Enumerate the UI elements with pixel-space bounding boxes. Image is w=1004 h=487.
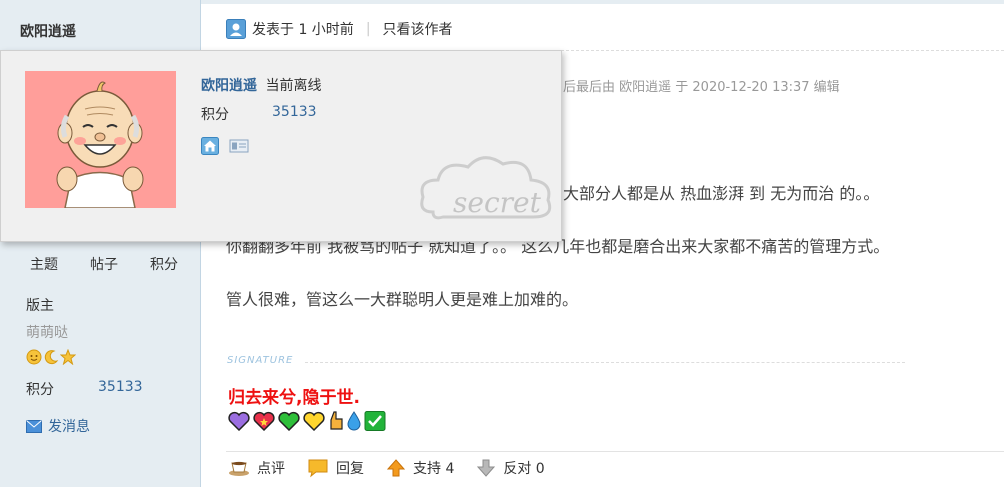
watermark-text: secret [453,186,542,219]
home-icon[interactable] [201,137,219,155]
post-time: 发表于 1 小时前 [252,22,354,38]
comment-button[interactable]: 点评 [228,458,285,478]
edit-note: 后最后由 欧阳逍遥 于 2020-12-20 13:37 编辑 [563,80,840,95]
send-message-link[interactable]: 发消息 [26,416,90,436]
signature-text: 归去来兮,隐于世. [228,388,360,408]
coffee-cup-icon [229,461,249,476]
user-avatar[interactable] [25,71,176,208]
sidebar-score-value[interactable]: 35133 [98,379,143,395]
user-nickname: 萌萌哒 [26,325,68,341]
yellow-heart-icon [303,411,325,431]
stat-topics-label: 主题 [30,257,58,273]
sun-medal-icon[interactable] [26,349,42,365]
popup-score-label: 积分 [201,107,229,123]
signature-divider [305,362,905,363]
author-only-link[interactable]: 只看该作者 [383,19,453,39]
profile-card-icon[interactable] [229,137,249,155]
popup-score: 积分 35133 [201,104,317,124]
moon-medal-icon[interactable] [43,349,59,365]
envelope-icon [26,419,42,433]
user-icon [226,19,246,39]
popup-username[interactable]: 欧阳逍遥 [201,78,257,94]
post-actions: 点评 回复 支持 4 反对 0 [228,458,567,478]
stat-posts-label: 帖子 [90,257,118,273]
popup-online-status: 当前离线 [265,78,322,94]
actions-divider [226,451,1004,452]
medal-list [26,349,76,365]
sparkling-heart-icon [253,411,275,431]
arrow-down-icon [477,459,496,477]
support-button[interactable]: 支持 4 [386,458,454,478]
popup-name-row: 欧阳逍遥 当前离线 [201,75,321,95]
send-message-label: 发消息 [48,419,90,435]
green-heart-icon [278,411,300,431]
author-name[interactable]: 欧阳逍遥 [20,21,76,41]
arrow-up-icon [386,459,406,477]
speech-bubble-icon [308,459,328,478]
sidebar-score: 积分 35133 [26,379,143,399]
popup-score-value[interactable]: 35133 [272,104,317,120]
star-medal-icon[interactable] [60,349,76,365]
oppose-label: 反对 0 [503,461,545,477]
stat-score-label: 积分 [150,257,178,273]
user-role: 版主 [26,298,54,314]
check-box-icon [364,411,386,431]
header-separator: | [365,21,371,37]
secret-cloud-watermark: secret [420,156,552,220]
signature-emojis [228,411,386,431]
droplet-icon [347,411,361,431]
content-line-1: 大部分人都是从 热血澎湃 到 无为而治 的。。 [563,184,880,203]
content-line-3: 管人很难，管这么一大群聪明人更是难上加难的。 [226,290,579,309]
oppose-button[interactable]: 反对 0 [476,458,545,478]
old-man-cartoon-avatar [25,71,176,208]
reply-button[interactable]: 回复 [307,458,364,478]
signature-label: SIGNATURE [227,355,294,366]
post-header: 发表于 1 小时前 | 只看该作者 [226,19,453,39]
purple-heart-icon [228,411,250,431]
popup-actions [201,137,249,155]
support-label: 支持 4 [413,461,455,477]
thumb-up-icon [330,411,343,430]
comment-label: 点评 [257,461,285,477]
reply-label: 回复 [336,461,364,477]
user-profile-popup: 欧阳逍遥 当前离线 积分 35133 secret [0,50,562,242]
sidebar-score-label: 积分 [26,382,54,398]
